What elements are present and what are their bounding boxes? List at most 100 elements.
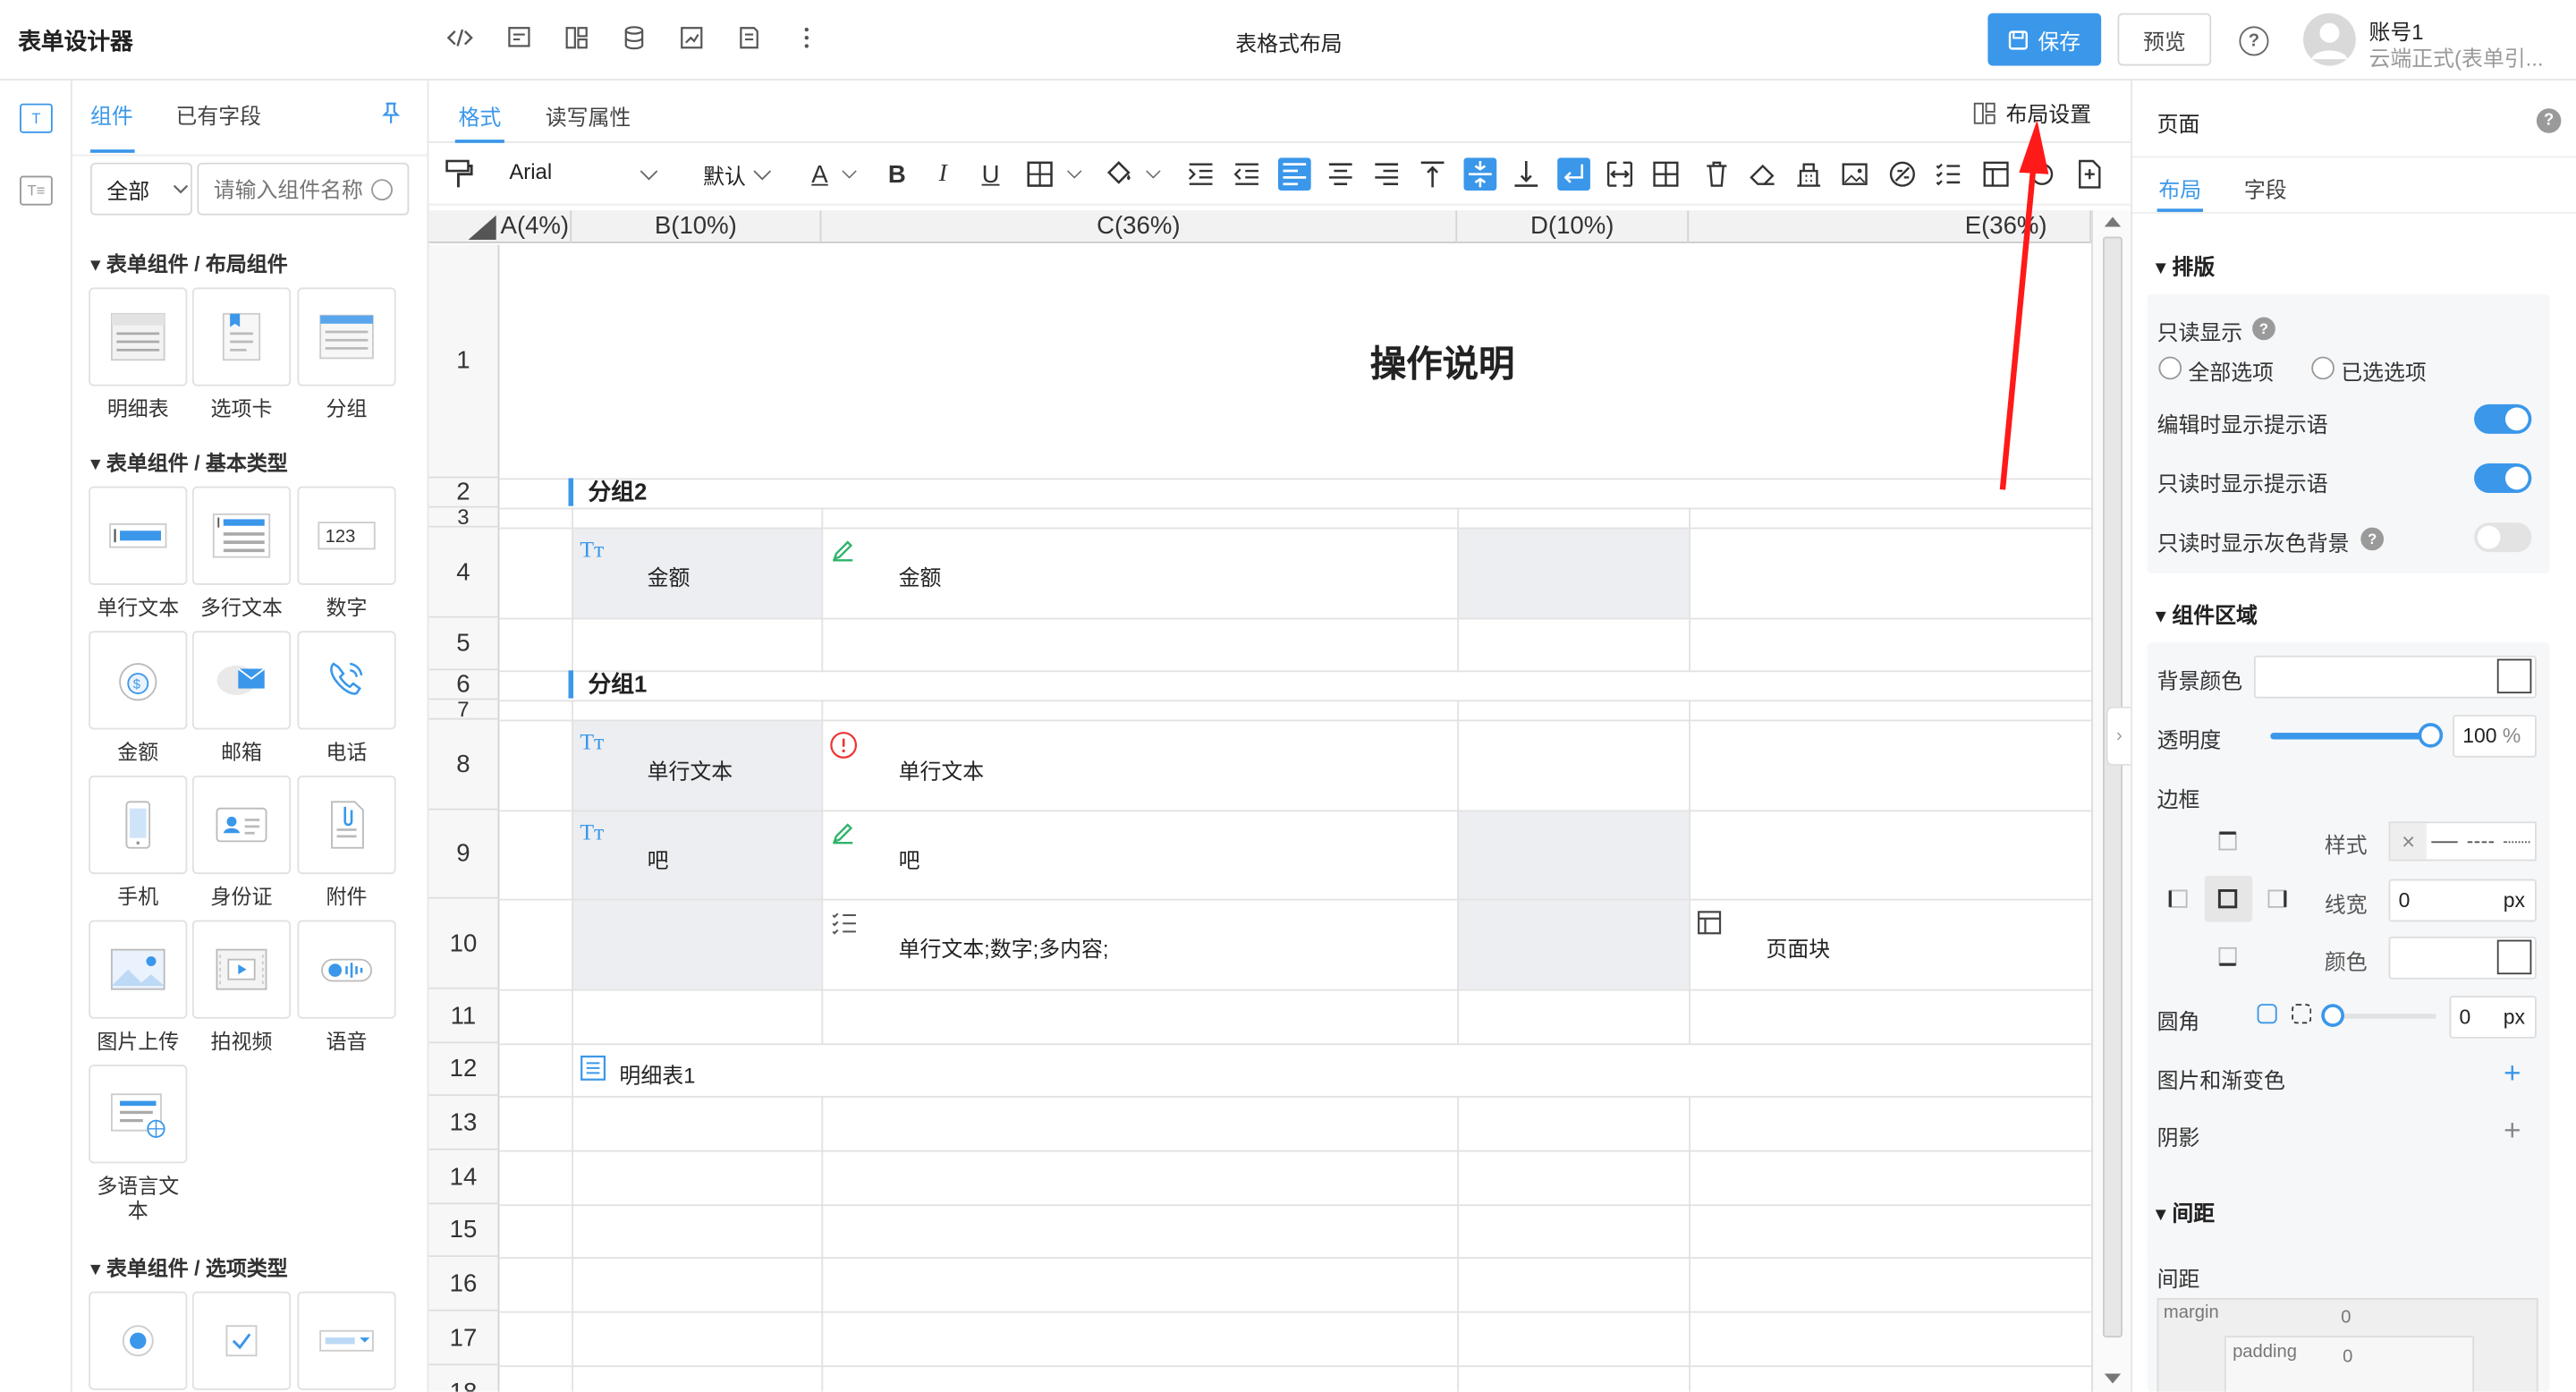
- category-title[interactable]: ▾ 表单组件 / 布局组件: [90, 247, 288, 278]
- edit-icon[interactable]: [831, 539, 854, 562]
- field-label[interactable]: 单行文本: [648, 754, 733, 785]
- preview-button[interactable]: 预览: [2117, 13, 2212, 66]
- field-value[interactable]: 金额: [899, 560, 942, 591]
- field-value[interactable]: 单行文本;数字;多内容;: [899, 931, 1109, 963]
- split-cells-icon[interactable]: [1651, 157, 1681, 191]
- component-tabs[interactable]: 选项卡: [191, 287, 292, 422]
- form-icon[interactable]: [506, 25, 532, 51]
- align-left-icon[interactable]: [1277, 157, 1311, 191]
- valign-middle-icon[interactable]: [1463, 157, 1497, 191]
- fill-color-icon[interactable]: [1104, 157, 1133, 191]
- field-value[interactable]: 吧: [899, 843, 920, 874]
- row-header[interactable]: 8: [428, 719, 500, 811]
- fields-rail-icon[interactable]: T≡: [20, 175, 53, 206]
- align-center-icon[interactable]: [1326, 157, 1355, 191]
- building-icon[interactable]: [1794, 157, 1824, 191]
- eraser-icon[interactable]: [1748, 157, 1777, 191]
- scroll-up-icon[interactable]: [2104, 216, 2122, 227]
- section-title[interactable]: ▾ 组件区域: [2156, 598, 2258, 630]
- row-header[interactable]: 16: [428, 1257, 500, 1311]
- add-icon[interactable]: +: [2504, 1114, 2521, 1149]
- save-button[interactable]: 保存: [1987, 13, 2102, 66]
- more-icon[interactable]: [793, 25, 819, 51]
- empty-cell[interactable]: [1457, 810, 1690, 899]
- section-title[interactable]: ▾ 排版: [2156, 250, 2215, 281]
- row-header[interactable]: 4: [428, 527, 500, 618]
- component-single-line-text[interactable]: 单行文本: [89, 486, 188, 622]
- radius-input[interactable]: 0 px: [2449, 996, 2537, 1039]
- component-multilingual-text[interactable]: 多语言文本: [89, 1065, 188, 1224]
- italic-icon[interactable]: I: [928, 157, 958, 191]
- row-header[interactable]: 11: [428, 989, 500, 1044]
- border-top-icon[interactable]: [2216, 830, 2240, 853]
- underline-icon[interactable]: U: [976, 157, 1005, 191]
- read-hint-toggle[interactable]: [2474, 463, 2532, 494]
- avatar[interactable]: [2303, 13, 2356, 66]
- scroll-thumb[interactable]: [2102, 236, 2123, 1338]
- category-title[interactable]: ▾ 表单组件 / 基本类型: [90, 446, 288, 477]
- component-video[interactable]: 拍视频: [191, 920, 292, 1056]
- row-header[interactable]: 13: [428, 1096, 500, 1150]
- radius-individual-icon[interactable]: [2292, 1004, 2312, 1024]
- image-icon[interactable]: [1840, 157, 1869, 191]
- field-label[interactable]: 吧: [648, 843, 669, 874]
- tab-format[interactable]: 格式: [458, 100, 501, 132]
- border-style-options[interactable]: ×: [2388, 821, 2537, 862]
- document-icon[interactable]: [736, 25, 762, 51]
- category-title[interactable]: ▾ 表单组件 / 选项类型: [90, 1251, 288, 1282]
- chevron-down-icon[interactable]: [1145, 169, 1161, 179]
- code-icon[interactable]: [446, 25, 473, 51]
- row-header[interactable]: 9: [428, 810, 500, 899]
- wrap-text-icon[interactable]: [1557, 157, 1590, 191]
- row-header[interactable]: 10: [428, 898, 500, 989]
- font-family-select[interactable]: Arial: [509, 159, 552, 184]
- edit-hint-toggle[interactable]: [2474, 403, 2532, 434]
- vertical-scrollbar[interactable]: [2091, 210, 2131, 1392]
- valign-bottom-icon[interactable]: [1512, 157, 1541, 191]
- database-icon[interactable]: [621, 25, 647, 51]
- row-header[interactable]: 12: [428, 1043, 500, 1097]
- component-amount[interactable]: $ 金额: [89, 631, 188, 766]
- column-header[interactable]: D(10%): [1457, 210, 1690, 243]
- component-detail-table[interactable]: 明细表: [89, 287, 188, 422]
- empty-cell[interactable]: [1457, 527, 1690, 618]
- dotted-line-icon[interactable]: [2499, 823, 2535, 859]
- scope-select[interactable]: 全部: [90, 162, 192, 216]
- border-left-icon[interactable]: [2167, 887, 2190, 911]
- info-icon[interactable]: ?: [2360, 527, 2385, 551]
- padding-box[interactable]: padding 0: [2224, 1336, 2475, 1392]
- chevron-down-icon[interactable]: [1066, 169, 1082, 179]
- component-voice[interactable]: 语音: [297, 920, 396, 1056]
- opacity-slider-track[interactable]: [2270, 733, 2432, 740]
- row-header[interactable]: 14: [428, 1150, 500, 1205]
- checklist-icon[interactable]: [1934, 157, 1963, 191]
- detail-table-label[interactable]: 明细表1: [619, 1058, 695, 1090]
- solid-line-icon[interactable]: [2427, 823, 2462, 859]
- margin-value[interactable]: 0: [2341, 1308, 2351, 1328]
- border-bottom-icon[interactable]: [2216, 945, 2240, 968]
- tab-existing-fields[interactable]: 已有字段: [176, 98, 262, 130]
- component-phone[interactable]: 电话: [297, 631, 396, 766]
- row-header[interactable]: 5: [428, 617, 500, 671]
- component-image-upload[interactable]: 图片上传: [89, 920, 188, 1056]
- opacity-slider-handle[interactable]: [2418, 723, 2444, 748]
- add-icon[interactable]: +: [2504, 1057, 2521, 1091]
- row-header[interactable]: 1: [428, 244, 500, 479]
- row-header[interactable]: 6: [428, 670, 500, 700]
- component-radio[interactable]: [89, 1291, 188, 1390]
- component-attachment[interactable]: 附件: [297, 775, 396, 911]
- row-header[interactable]: 15: [428, 1204, 500, 1258]
- margin-box[interactable]: margin 0 padding 0: [2157, 1297, 2538, 1392]
- label-cell[interactable]: [572, 527, 822, 618]
- block-label[interactable]: 页面块: [1766, 931, 1830, 963]
- bg-color-swatch[interactable]: [2496, 658, 2532, 694]
- empty-cell[interactable]: [1457, 898, 1690, 989]
- pin-icon[interactable]: [379, 102, 402, 125]
- sheet-grid[interactable]: A(4%) B(10%) C(36%) D(10%) E(36%) 1 2 3 …: [428, 210, 2092, 1392]
- chevron-down-icon[interactable]: [841, 169, 857, 179]
- radius-uniform-icon[interactable]: [2257, 1004, 2277, 1024]
- dashed-line-icon[interactable]: [2462, 823, 2498, 859]
- no-border-icon[interactable]: ×: [2390, 823, 2427, 860]
- row-header[interactable]: 7: [428, 697, 500, 721]
- help-icon[interactable]: ?: [2536, 108, 2562, 133]
